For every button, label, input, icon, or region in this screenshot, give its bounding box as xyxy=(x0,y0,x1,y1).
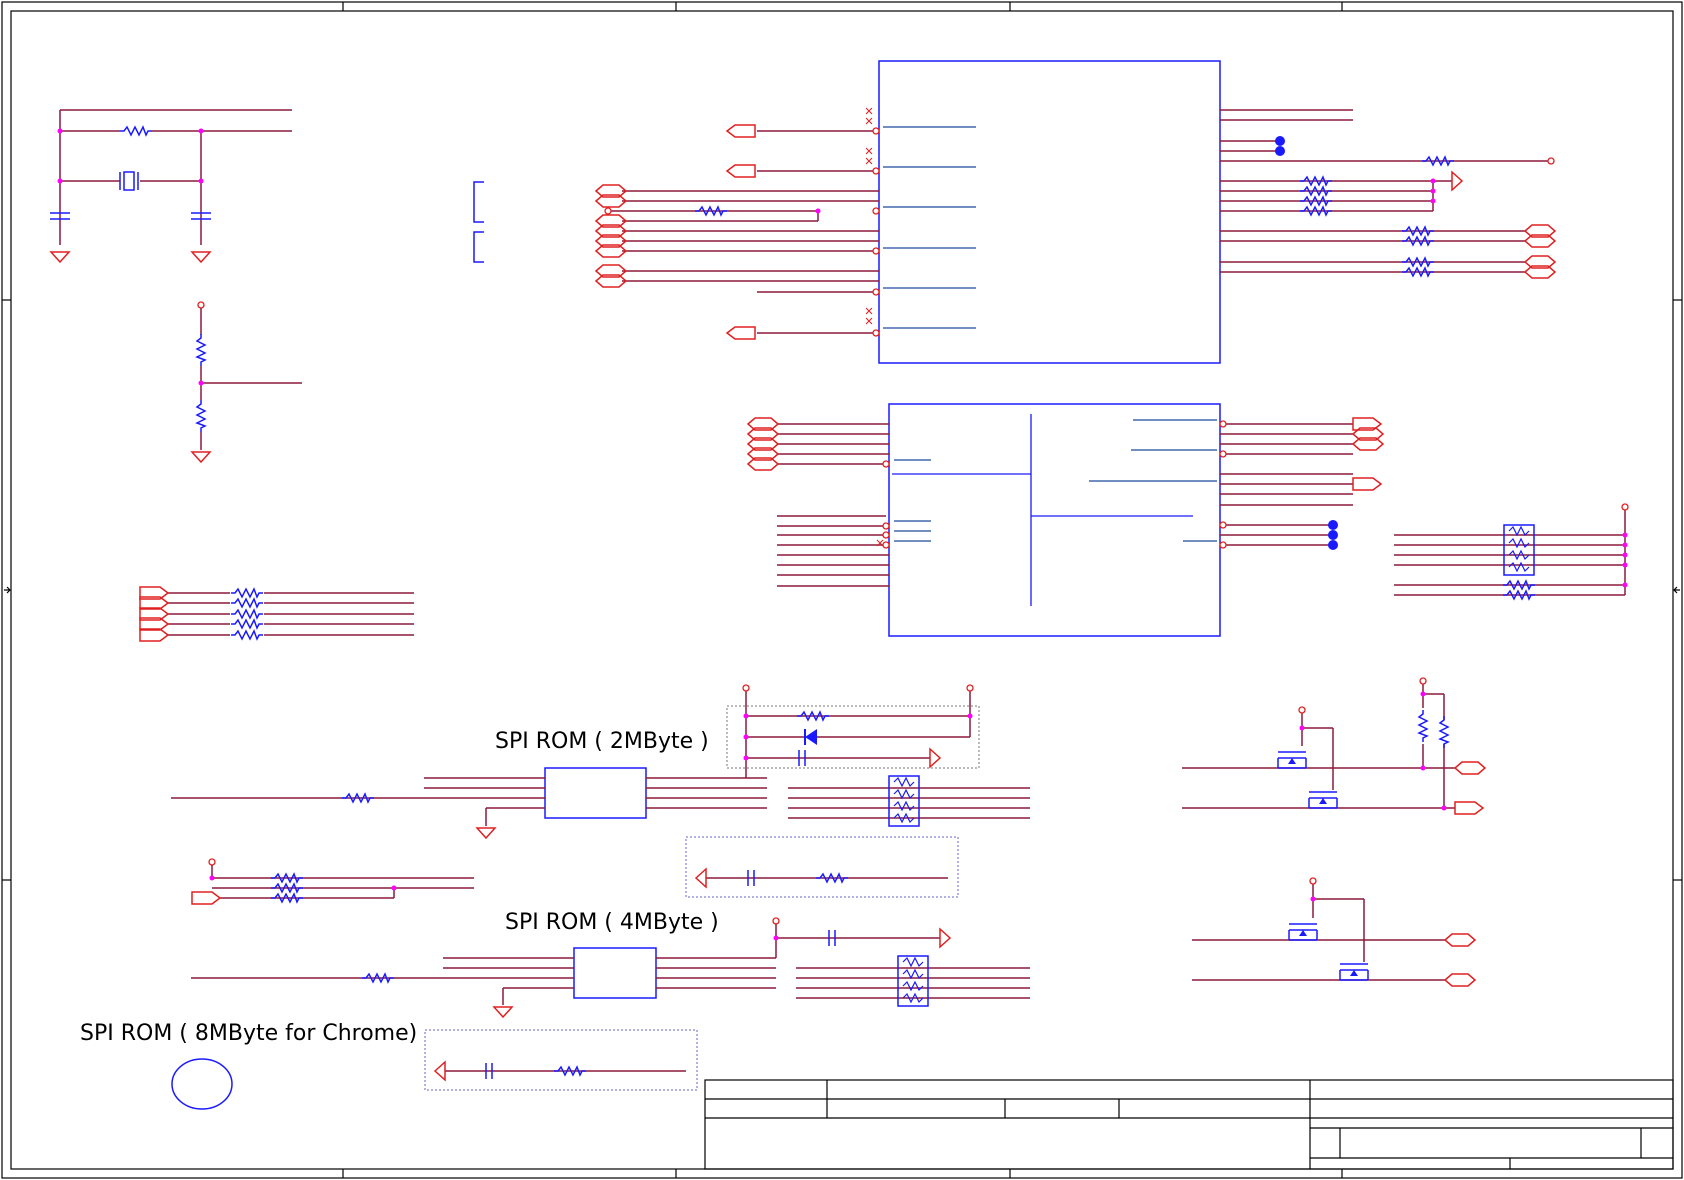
spi-rom-8mb-label: SPI ROM ( 8MByte for Chrome) xyxy=(80,1021,417,1046)
spi-rom-4mb-label: SPI ROM ( 4MByte ) xyxy=(505,910,719,935)
level-shifter-lower xyxy=(1192,877,1476,987)
decoupling-block-1 xyxy=(685,836,959,898)
optional-rom-marker xyxy=(171,1058,233,1110)
spi-rom-2mb-circuit xyxy=(171,684,1030,839)
connector-brackets xyxy=(473,181,484,263)
voltage-divider xyxy=(191,301,302,463)
schematic-canvas: SPI ROM ( 2MByte ) SPI ROM (4MByte) SP… xyxy=(1,1,1683,1179)
right-resistor-network xyxy=(1394,503,1629,600)
main-ic-lower xyxy=(747,403,1384,637)
spi-rom-2mb-label: SPI ROM ( 2MByte ) xyxy=(495,729,709,754)
diode-icon xyxy=(804,729,817,745)
spi-series-resistors xyxy=(191,858,474,905)
level-shifter-upper xyxy=(1182,677,1486,815)
decoupling-block-2 xyxy=(424,1029,698,1091)
main-ic-upper xyxy=(595,60,1556,364)
crystal-icon xyxy=(119,171,139,191)
left-port-resistor-array xyxy=(139,586,414,642)
title-block xyxy=(704,1079,1674,1170)
crystal-oscillator-circuit xyxy=(49,109,292,263)
